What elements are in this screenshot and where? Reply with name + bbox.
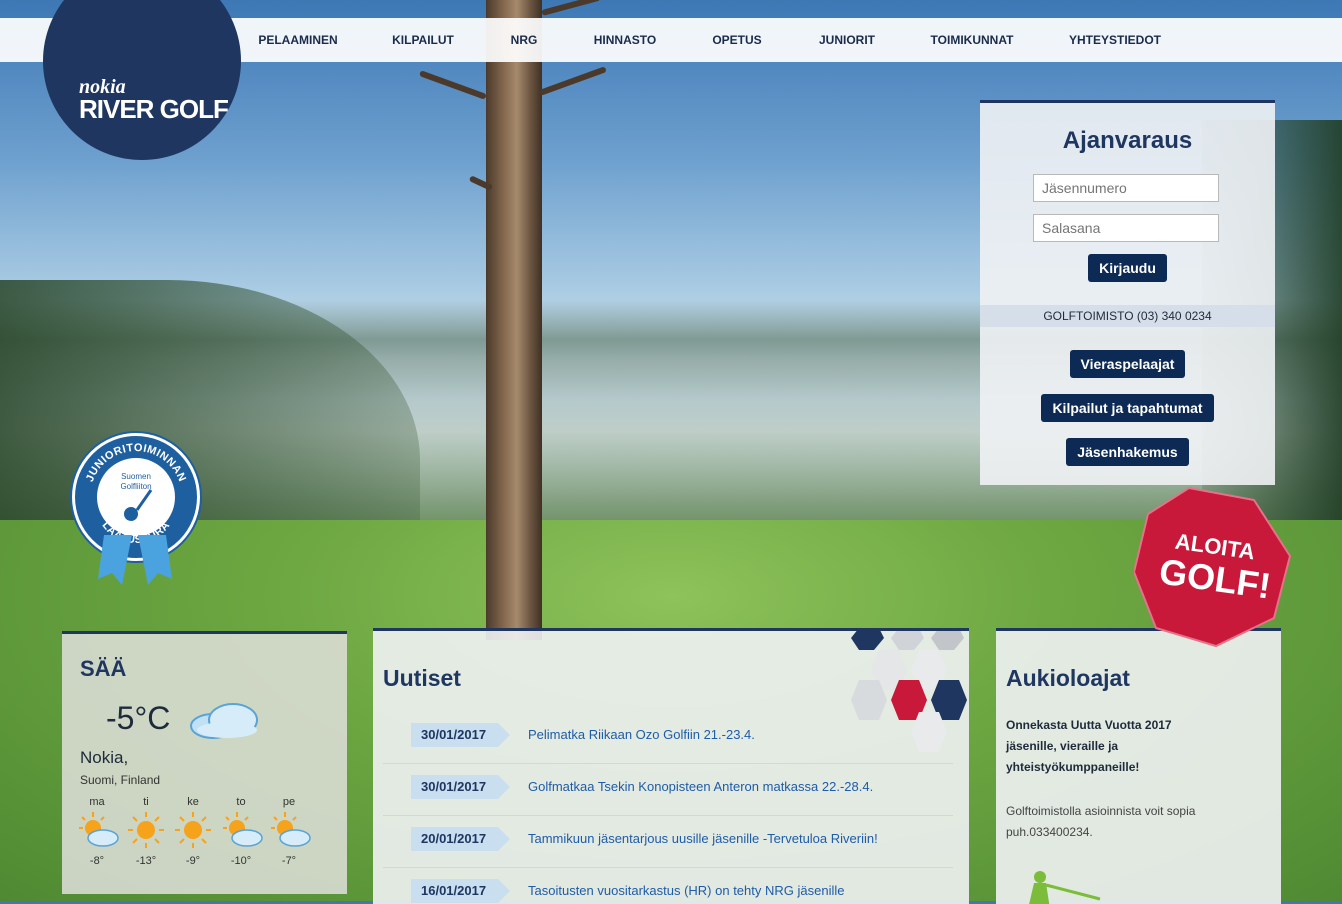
forecast-temp: -8° <box>89 855 105 867</box>
news-panel: Uutiset 30/01/2017 Pelimatka Riikaan Ozo… <box>373 628 969 904</box>
news-date: 16/01/2017 <box>411 879 511 903</box>
nav-nrg[interactable]: NRG <box>500 18 548 62</box>
forecast-day: ma <box>73 796 121 808</box>
hours-info: Golftoimistolla asioinnista voit sopia p… <box>1006 804 1196 839</box>
weather-region: Suomi, Finland <box>80 773 161 787</box>
forecast-day-label: pe <box>282 796 296 808</box>
badge-center: Suomen Golfliiton <box>97 458 175 536</box>
sun-cloud-icon <box>223 812 263 847</box>
forecast-temp: -9° <box>185 855 201 867</box>
badge-ribbon <box>98 535 172 585</box>
forecast-temp: -13° <box>135 855 157 867</box>
forecast-temp: -7° <box>281 855 297 867</box>
news-link[interactable]: Golfmatkaa Tsekin Konopisteen Anteron ma… <box>528 779 873 794</box>
membership-application-button[interactable]: Jäsenhakemus <box>1066 438 1189 466</box>
news-date: 30/01/2017 <box>411 775 511 799</box>
news-item: 16/01/2017 Tasoitusten vuositarkastus (H… <box>383 867 953 904</box>
site-logo[interactable]: nokia RIVER GOLF <box>43 0 241 160</box>
booking-title: Ajanvaraus <box>1062 127 1193 154</box>
news-item: 20/01/2017 Tammikuun jäsentarjous uusill… <box>383 815 953 868</box>
news-title: Uutiset <box>383 665 461 691</box>
forecast-day: ke <box>169 796 217 808</box>
forecast-day-label: to <box>236 796 246 808</box>
forecast-day: to <box>217 796 265 808</box>
current-temp: -5°C <box>106 700 171 736</box>
hours-greeting: Onnekasta Uutta Vuotta 2017 jäsenille, v… <box>1006 718 1172 774</box>
competitions-events-button[interactable]: Kilpailut ja tapahtumat <box>1041 394 1214 422</box>
forecast-day: ti <box>122 796 170 808</box>
sun-icon <box>128 812 164 848</box>
golfer-silhouette-icon <box>1029 871 1101 904</box>
member-number-input[interactable] <box>1033 174 1219 202</box>
office-phone: GOLFTOIMISTO (03) 340 0234 <box>980 305 1275 327</box>
pine-branch <box>541 0 601 16</box>
news-date: 30/01/2017 <box>411 723 511 747</box>
hours-title: Aukioloajat <box>1006 665 1130 691</box>
forecast-temp: -10° <box>230 855 252 867</box>
news-link[interactable]: Pelimatka Riikaan Ozo Golfiin 21.-23.4. <box>528 727 755 742</box>
forecast-day-label: ti <box>143 796 149 808</box>
guest-players-button[interactable]: Vieraspelaajat <box>1069 350 1186 378</box>
sun-cloud-icon <box>79 812 119 847</box>
pine-branch <box>418 70 487 100</box>
forecast-day-label: ke <box>187 796 199 808</box>
golfer-icon <box>124 489 153 521</box>
pine-trunk <box>486 0 542 640</box>
news-link[interactable]: Tammikuun jäsentarjous uusille jäsenille… <box>528 831 878 846</box>
login-button[interactable]: Kirjaudu <box>1088 254 1167 282</box>
start-golf-badge[interactable]: ALOITA GOLF! <box>1134 486 1292 648</box>
sun-icon <box>175 812 211 848</box>
booking-panel: Ajanvaraus Kirjaudu GOLFTOIMISTO (03) 34… <box>980 100 1275 485</box>
nav-toimikunnat[interactable]: TOIMIKUNNAT <box>922 18 1022 62</box>
news-item: 30/01/2017 Pelimatka Riikaan Ozo Golfiin… <box>383 711 953 764</box>
nav-opetus[interactable]: OPETUS <box>705 18 769 62</box>
nav-yhteystiedot[interactable]: YHTEYSTIEDOT <box>1060 18 1170 62</box>
weather-title: SÄÄ <box>80 656 127 681</box>
weather-city: Nokia, <box>80 748 129 767</box>
news-date: 20/01/2017 <box>411 827 511 851</box>
cloud-icon <box>190 703 258 739</box>
password-input[interactable] <box>1033 214 1219 242</box>
logo-river-golf: RIVER GOLF <box>79 94 229 124</box>
sun-cloud-icon <box>271 812 311 847</box>
pine-branch <box>538 66 607 96</box>
opening-hours-panel: Aukioloajat Onnekasta Uutta Vuotta 2017 … <box>996 628 1281 904</box>
news-item: 30/01/2017 Golfmatkaa Tsekin Konopisteen… <box>383 763 953 816</box>
nav-kilpailut[interactable]: KILPAILUT <box>380 18 466 62</box>
forecast-day-label: ma <box>89 796 105 808</box>
news-link[interactable]: Tasoitusten vuositarkastus (HR) on tehty… <box>528 883 844 898</box>
weather-panel: SÄÄ -5°C Nokia, Suomi, Finland ma ti ke … <box>62 631 347 894</box>
nav-pelaaminen[interactable]: PELAAMINEN <box>250 18 346 62</box>
nav-juniorit[interactable]: JUNIORIT <box>810 18 884 62</box>
forecast-day: pe <box>265 796 313 808</box>
nav-hinnasto[interactable]: HINNASTO <box>585 18 665 62</box>
